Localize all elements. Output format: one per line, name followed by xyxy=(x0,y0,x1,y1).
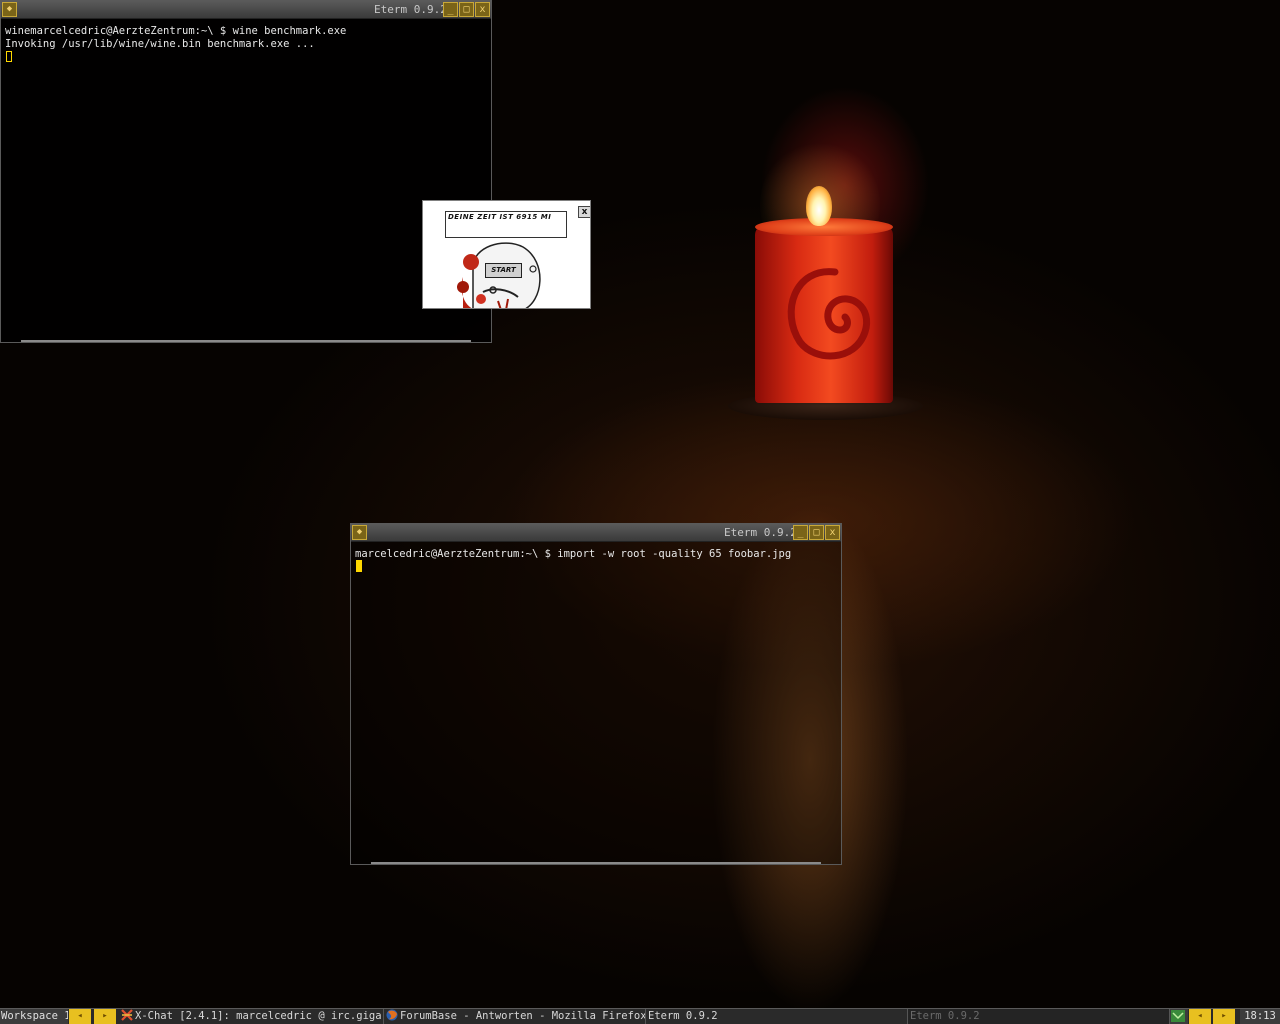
window-menu-button[interactable]: ◆ xyxy=(352,525,367,540)
window-titlebar[interactable]: ◆ Eterm 0.9.2 _ □ x xyxy=(351,524,841,542)
clock: 18:13 xyxy=(1240,1009,1280,1024)
maximize-button[interactable]: □ xyxy=(809,525,824,540)
firefox-icon xyxy=(386,1009,398,1021)
window-titlebar[interactable]: ◆ Eterm 0.9.2 _ □ x xyxy=(1,1,491,19)
taskbar-item-label: Eterm 0.9.2 xyxy=(910,1010,980,1022)
debian-swirl-logo xyxy=(787,268,871,360)
taskbar-item-label: ForumBase - Antworten - Mozilla Firefox xyxy=(400,1010,646,1022)
close-button[interactable]: x xyxy=(825,525,840,540)
taskbar-item-eterm-2[interactable]: Eterm 0.9.2 xyxy=(908,1009,1170,1024)
workspace-switcher[interactable]: Workspace 1 xyxy=(0,1009,68,1024)
tray-next-button[interactable]: ▸ xyxy=(1213,1009,1235,1024)
taskbar-item-label: Eterm 0.9.2 xyxy=(648,1010,718,1022)
workspace-next-button[interactable]: ▸ xyxy=(94,1009,116,1024)
close-button[interactable]: x xyxy=(475,2,490,17)
workspace-prev-button[interactable]: ◂ xyxy=(69,1009,91,1024)
terminal-line: marcelcedric@AerzteZentrum:~\ $ import -… xyxy=(355,548,792,560)
window-title: Eterm 0.9.2 xyxy=(374,3,447,16)
network-icon xyxy=(1171,1010,1185,1022)
taskbar: Workspace 1 ◂ ▸ X-Chat [2.4.1]: marcelce… xyxy=(0,1008,1280,1024)
time-display-text: DEINE ZEIT IST 6915 MI xyxy=(448,213,552,221)
terminal-line: winemarcelcedric@AerzteZentrum:~\ $ wine… xyxy=(5,25,347,37)
taskbar-item-firefox[interactable]: ForumBase - Antworten - Mozilla Firefox xyxy=(384,1009,646,1024)
tray-prev-button[interactable]: ◂ xyxy=(1189,1009,1211,1024)
minimize-button[interactable]: _ xyxy=(793,525,808,540)
xchat-icon xyxy=(121,1009,133,1021)
window-title: Eterm 0.9.2 xyxy=(724,526,797,539)
window-menu-button[interactable]: ◆ xyxy=(2,2,17,17)
tray-network-icon[interactable] xyxy=(1170,1009,1188,1024)
eterm-window-wine[interactable]: ◆ Eterm 0.9.2 _ □ x winemarcelcedric@Aer… xyxy=(0,0,492,343)
candle-flame xyxy=(806,186,832,226)
taskbar-item-eterm-1[interactable]: Eterm 0.9.2 xyxy=(646,1009,908,1024)
window-bottom-edge xyxy=(371,862,821,864)
terminal-cursor xyxy=(6,51,12,62)
taskbar-item-xchat[interactable]: X-Chat [2.4.1]: marcelcedric @ irc.giga.… xyxy=(119,1009,384,1024)
window-bottom-edge xyxy=(21,340,471,342)
terminal-line: Invoking /usr/lib/wine/wine.bin benchmar… xyxy=(5,38,315,50)
eterm-window-import[interactable]: ◆ Eterm 0.9.2 _ □ x marcelcedric@AerzteZ… xyxy=(350,523,842,865)
time-display-box: DEINE ZEIT IST 6915 MI xyxy=(445,211,567,238)
start-button[interactable]: START xyxy=(485,263,522,278)
terminal-cursor xyxy=(356,560,362,572)
benchmark-window[interactable]: DEINE ZEIT IST 6915 MI x START xyxy=(422,200,591,309)
benchmark-close-button[interactable]: x xyxy=(578,206,590,218)
maximize-button[interactable]: □ xyxy=(459,2,474,17)
taskbar-item-label: X-Chat [2.4.1]: marcelcedric @ irc.giga.… xyxy=(135,1010,384,1022)
minimize-button[interactable]: _ xyxy=(443,2,458,17)
